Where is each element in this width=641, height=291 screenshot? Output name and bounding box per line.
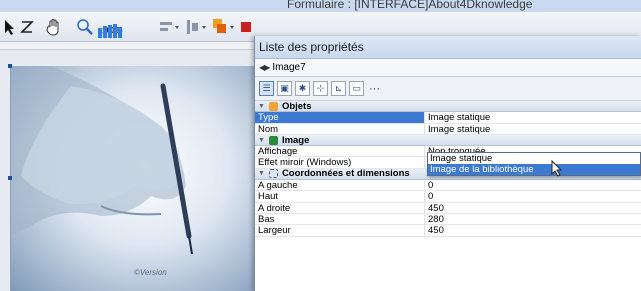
- property-row-a-gauche[interactable]: A gauche 0: [255, 180, 641, 192]
- ruler: [0, 42, 255, 50]
- property-value[interactable]: Image statique: [425, 124, 641, 134]
- align-icon[interactable]: [159, 16, 181, 38]
- distribute-icon[interactable]: [186, 16, 208, 38]
- section-label: Objets: [281, 101, 312, 112]
- property-row-largeur[interactable]: Largeur 450: [255, 225, 641, 237]
- section-image[interactable]: ▼ Image: [255, 134, 641, 147]
- network-icon[interactable]: ⊹: [313, 81, 328, 96]
- section-objets[interactable]: ▼ Objets: [255, 101, 641, 113]
- collapse-triangle-icon[interactable]: ▼: [258, 135, 265, 145]
- property-key: Bas: [255, 213, 425, 225]
- bar-chart-icon[interactable]: [98, 23, 124, 38]
- list-icon[interactable]: ☰: [259, 81, 274, 96]
- text-tool-icon[interactable]: [19, 16, 35, 38]
- property-key: A gauche: [255, 180, 425, 191]
- property-key: Nom: [255, 123, 425, 134]
- property-key: A droite: [255, 202, 425, 213]
- dropdown-option[interactable]: Image statique: [428, 153, 640, 164]
- theme-toolbar: ☰ ▣ ✱ ⊹ ⊾ ▭ ···: [255, 77, 641, 101]
- image-section-icon: [268, 135, 278, 145]
- collapse-triangle-icon[interactable]: ▼: [258, 169, 265, 179]
- gear-icon[interactable]: ✱: [295, 81, 310, 96]
- object-nav-arrows-icon[interactable]: ◀▶: [259, 63, 270, 72]
- section-label: Coordonnées et dimensions: [281, 168, 410, 180]
- property-value[interactable]: 0: [425, 180, 641, 190]
- property-value[interactable]: 280: [425, 214, 641, 224]
- more-icon[interactable]: ···: [367, 81, 382, 96]
- chart-icon[interactable]: ⊾: [331, 81, 346, 96]
- property-value[interactable]: Image statique: [425, 112, 641, 122]
- property-row-a-droite[interactable]: A droite 450: [255, 202, 641, 214]
- type-dropdown-menu[interactable]: Image statique Image de la bibliothèque: [427, 152, 641, 176]
- property-value[interactable]: 0: [425, 191, 641, 201]
- mouse-cursor-icon: [551, 159, 563, 181]
- window-titlebar: Formulaire : [INTERFACE]About4Dknowledge: [0, 0, 641, 12]
- dropdown-option-highlighted[interactable]: Image de la bibliothèque: [428, 164, 640, 175]
- property-key: Type: [255, 112, 425, 123]
- property-value[interactable]: 450: [425, 203, 641, 213]
- color-icon[interactable]: [240, 16, 252, 38]
- property-key: Effet miroir (Windows): [255, 157, 425, 168]
- static-picture[interactable]: ©Version: [10, 66, 254, 291]
- property-row-bas[interactable]: Bas 280: [255, 213, 641, 226]
- property-key: Affichage: [255, 146, 425, 157]
- object-name: Image7: [272, 62, 306, 73]
- collapse-triangle-icon[interactable]: ▼: [258, 101, 265, 111]
- object-navigator: ◀▶ Image7: [255, 59, 641, 77]
- selection-handle[interactable]: [8, 64, 12, 68]
- objects-section-icon: [268, 101, 278, 111]
- monitor-icon[interactable]: ▭: [349, 81, 364, 96]
- coordinates-section-icon: [268, 169, 278, 179]
- property-key: Haut: [255, 191, 425, 202]
- layer-icon[interactable]: [212, 16, 236, 38]
- property-value[interactable]: 450: [425, 225, 641, 235]
- property-row-haut[interactable]: Haut 0: [255, 191, 641, 203]
- window-title: Formulaire : [INTERFACE]About4Dknowledge: [287, 0, 533, 11]
- palette-title[interactable]: Liste des propriétés: [255, 36, 641, 59]
- picture-watermark: ©Version: [134, 268, 167, 277]
- arrow-pointer-icon[interactable]: [3, 16, 17, 38]
- zoom-tool-icon[interactable]: [75, 16, 95, 38]
- selection-handle[interactable]: [8, 176, 12, 180]
- property-key: Largeur: [255, 225, 425, 236]
- section-label: Image: [281, 134, 310, 146]
- hand-tool-icon[interactable]: [45, 16, 63, 38]
- property-row-nom[interactable]: Nom Image statique: [255, 123, 641, 135]
- property-row-type[interactable]: Type Image statique: [255, 112, 641, 124]
- save-icon[interactable]: ▣: [277, 81, 292, 96]
